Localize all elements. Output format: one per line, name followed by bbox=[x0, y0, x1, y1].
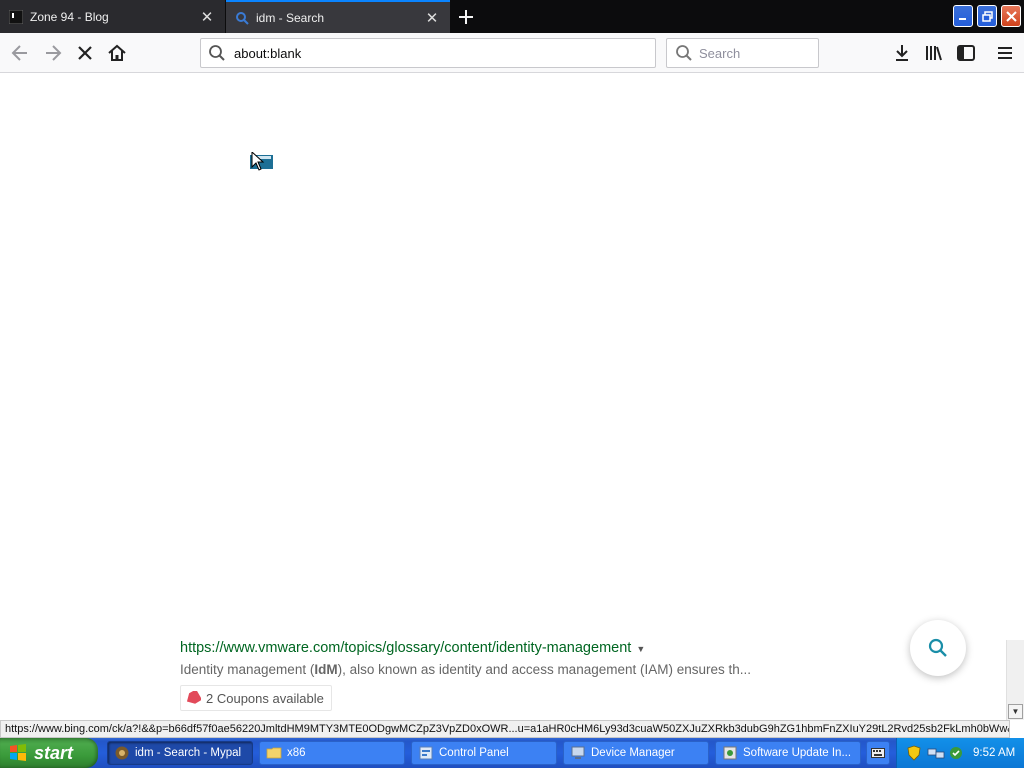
taskbar-item-device-manager[interactable]: Device Manager bbox=[563, 741, 709, 765]
link-status-bar: https://www.bing.com/ck/a?!&&p=b66df57f0… bbox=[0, 720, 1010, 738]
tab-label: idm - Search bbox=[256, 10, 325, 25]
search-placeholder: Search bbox=[699, 45, 741, 61]
taskbar-item-label: idm - Search - Mypal bbox=[135, 747, 242, 759]
search-bar[interactable]: Search bbox=[666, 38, 819, 68]
start-button[interactable]: start bbox=[0, 738, 98, 768]
control-panel-icon bbox=[419, 746, 433, 760]
keyboard-icon bbox=[871, 748, 885, 758]
stop-button[interactable] bbox=[71, 39, 99, 67]
page-content: https://www.vmware.com/topics/glossary/c… bbox=[0, 74, 1024, 720]
network-icon[interactable] bbox=[927, 746, 945, 760]
menu-button[interactable] bbox=[991, 39, 1019, 67]
result-url[interactable]: https://www.vmware.com/topics/glossary/c… bbox=[180, 640, 631, 656]
search-fab-button[interactable] bbox=[910, 620, 966, 676]
downloads-button[interactable] bbox=[888, 39, 916, 67]
snippet-text: Identity management ( bbox=[180, 662, 315, 677]
address-text: about:blank bbox=[234, 45, 302, 61]
stop-x-icon bbox=[78, 46, 92, 60]
search-result: https://www.vmware.com/topics/glossary/c… bbox=[180, 640, 900, 711]
home-icon bbox=[108, 44, 126, 61]
tag-icon bbox=[186, 691, 201, 704]
zone94-favicon-icon bbox=[9, 9, 23, 24]
security-shield-icon[interactable] bbox=[907, 745, 921, 761]
home-button[interactable] bbox=[103, 39, 131, 67]
clock: 9:52 AM bbox=[973, 747, 1016, 759]
plus-icon bbox=[459, 10, 473, 24]
forward-button[interactable] bbox=[39, 39, 67, 67]
tab-idm-search[interactable]: idm - Search ✕ bbox=[226, 0, 450, 33]
folder-icon bbox=[266, 747, 282, 759]
close-icon bbox=[1005, 10, 1017, 22]
taskbar-item-x86[interactable]: x86 bbox=[259, 741, 405, 765]
close-tab-icon[interactable]: ✕ bbox=[422, 8, 442, 28]
caret-down-icon[interactable]: ▼ bbox=[636, 644, 645, 654]
windows-flag-icon bbox=[10, 744, 26, 761]
search-icon bbox=[928, 638, 947, 657]
taskbar-item-label: Device Manager bbox=[591, 747, 675, 759]
tab-strip: Zone 94 - Blog ✕ idm - Search ✕ bbox=[0, 0, 1024, 33]
download-arrow-icon bbox=[896, 45, 908, 61]
mouse-cursor-icon bbox=[250, 152, 273, 171]
keyboard-language-button[interactable] bbox=[866, 741, 890, 765]
coupons-badge[interactable]: 2 Coupons available bbox=[180, 685, 332, 711]
library-icon bbox=[926, 46, 942, 61]
system-tray: 9:52 AM bbox=[896, 738, 1024, 768]
scroll-down-button[interactable]: ▼ bbox=[1008, 704, 1023, 719]
search-icon bbox=[676, 45, 692, 61]
software-update-icon bbox=[723, 746, 737, 760]
update-shield-icon[interactable] bbox=[949, 746, 963, 760]
search-icon bbox=[209, 45, 225, 61]
snippet-text: ), also known as identity and access man… bbox=[337, 662, 752, 677]
restore-button[interactable] bbox=[977, 5, 997, 27]
taskbar-item-software-update[interactable]: Software Update In... bbox=[715, 741, 861, 765]
result-snippet: Identity management (IdM), also known as… bbox=[180, 662, 900, 677]
taskbar-item-label: x86 bbox=[287, 747, 306, 759]
tab-label: Zone 94 - Blog bbox=[30, 9, 109, 24]
navigation-toolbar: about:blank Search bbox=[0, 33, 1024, 73]
back-button[interactable] bbox=[6, 39, 34, 67]
sidebar-button[interactable] bbox=[952, 39, 980, 67]
taskbar-item-label: Control Panel bbox=[439, 747, 509, 759]
tab-zone94-blog[interactable]: Zone 94 - Blog ✕ bbox=[0, 0, 225, 33]
new-tab-button[interactable] bbox=[452, 3, 480, 31]
taskbar-item-mypal[interactable]: idm - Search - Mypal bbox=[107, 741, 253, 765]
search-favicon-icon bbox=[236, 11, 249, 25]
minimize-button[interactable] bbox=[953, 5, 973, 27]
start-label: start bbox=[34, 742, 74, 763]
restore-icon bbox=[981, 10, 993, 22]
mypal-icon bbox=[115, 746, 129, 760]
back-arrow-icon bbox=[11, 45, 27, 61]
forward-arrow-icon bbox=[46, 45, 62, 61]
hamburger-menu-icon bbox=[998, 47, 1012, 59]
device-manager-icon bbox=[571, 746, 585, 759]
sidebar-icon bbox=[957, 45, 975, 61]
close-tab-icon[interactable]: ✕ bbox=[197, 7, 217, 27]
taskbar-item-label: Software Update In... bbox=[743, 747, 852, 759]
taskbar: start idm - Search - Mypal x86 Control P… bbox=[0, 738, 1024, 768]
snippet-bold-term: IdM bbox=[314, 662, 338, 677]
result-url-row[interactable]: https://www.vmware.com/topics/glossary/c… bbox=[180, 640, 900, 656]
close-window-button[interactable] bbox=[1001, 5, 1021, 27]
taskbar-item-control-panel[interactable]: Control Panel bbox=[411, 741, 557, 765]
address-bar[interactable]: about:blank bbox=[200, 38, 656, 68]
minimize-icon bbox=[959, 18, 966, 20]
coupons-label: 2 Coupons available bbox=[206, 690, 324, 706]
library-button[interactable] bbox=[920, 39, 948, 67]
